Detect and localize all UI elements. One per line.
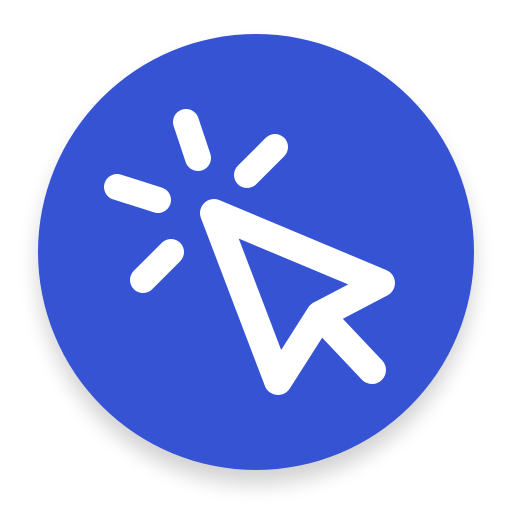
click-cursor-app-icon[interactable] <box>0 0 512 512</box>
app-icon-stage <box>0 0 512 512</box>
burst-line-top-icon <box>173 109 211 171</box>
burst-line-left-icon <box>104 174 171 213</box>
icon-background-circle <box>38 34 474 470</box>
